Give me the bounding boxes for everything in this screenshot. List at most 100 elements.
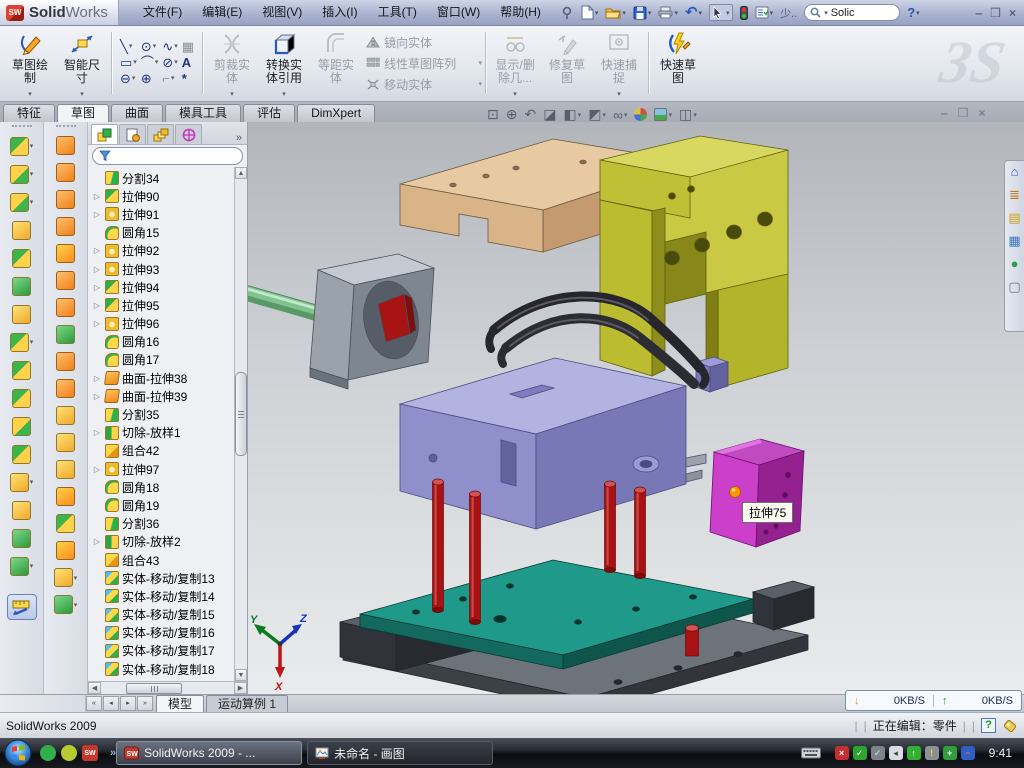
print-icon[interactable]: ▾ xyxy=(658,6,678,19)
repair-sketch-button[interactable]: 修复草图 xyxy=(541,28,593,98)
deform-icon[interactable]: ▾ xyxy=(56,267,75,294)
open-icon[interactable]: ▾ xyxy=(605,6,626,19)
tree-item[interactable]: 组合42 xyxy=(92,442,247,460)
expand-arrow-icon[interactable] xyxy=(92,283,102,292)
expand-arrow-icon[interactable] xyxy=(92,319,102,328)
tree-item[interactable]: 拉伸96 xyxy=(92,315,247,333)
polygon-tool[interactable]: ⊕ xyxy=(141,72,159,86)
sketch-fillet-tool[interactable]: ⌐▾ xyxy=(162,72,177,86)
select-tool[interactable]: ▾ xyxy=(709,4,733,21)
tree-item[interactable]: 拉伸92 xyxy=(92,242,247,260)
prev-tab-button[interactable]: ◂ xyxy=(103,696,119,711)
mirror-entities-button[interactable]: 镜向实体 xyxy=(366,34,482,51)
expand-arrow-icon[interactable] xyxy=(92,210,102,219)
featuremanager-tab[interactable] xyxy=(91,124,118,144)
dome-icon[interactable]: ▾ xyxy=(56,186,75,213)
fillet-icon[interactable]: ▾ xyxy=(10,188,34,216)
search-input[interactable]: ▾ Solic xyxy=(804,4,900,21)
more-tabs-chevron-icon[interactable]: » xyxy=(236,132,245,144)
toolbar-grip[interactable] xyxy=(12,125,32,129)
health-shield-icon[interactable]: + xyxy=(943,746,957,760)
tree-item[interactable]: 圆角18 xyxy=(92,478,247,496)
file-explorer-icon[interactable]: ▤ xyxy=(1008,211,1020,225)
upload-arrow-icon[interactable]: ↑ xyxy=(907,746,921,760)
menu-item[interactable]: 工具(T) xyxy=(368,0,427,25)
menu-item[interactable]: 视图(V) xyxy=(252,0,312,25)
convert-entities-button[interactable]: 转换实体引用 ▾ xyxy=(258,28,310,98)
next-tab-button[interactable]: ▸ xyxy=(120,696,136,711)
quick-snaps-button[interactable]: 快速捕捉 ▾ xyxy=(593,28,645,98)
tree-item[interactable]: 分割34 xyxy=(92,169,247,187)
freeform-icon[interactable]: ▾ xyxy=(56,240,75,267)
view-palette-icon[interactable]: ▦ xyxy=(1008,234,1020,248)
menu-item[interactable]: 编辑(E) xyxy=(192,0,252,25)
keyboard-language-icon[interactable] xyxy=(801,747,821,759)
defender-shield-icon[interactable]: ✓ xyxy=(853,746,867,760)
tree-item[interactable]: 实体-移动/复制15 xyxy=(92,606,247,624)
command-tab[interactable]: 模具工具 xyxy=(165,104,241,122)
filter-input[interactable] xyxy=(92,147,243,165)
split-body-icon[interactable]: ▾ xyxy=(12,356,31,384)
dimxpertmanager-tab[interactable] xyxy=(175,124,202,144)
menu-item[interactable]: 文件(F) xyxy=(133,0,192,25)
display-delete-relations-button[interactable]: 显示/删除几... ▾ xyxy=(489,28,541,98)
tag-icon[interactable] xyxy=(1002,718,1018,734)
dropdown-icon[interactable]: ▾ xyxy=(479,59,483,67)
command-tab[interactable]: 特征 xyxy=(3,104,55,122)
move-entities-button[interactable]: 移动实体 ▾ xyxy=(366,76,482,93)
doc-close-button[interactable]: × xyxy=(978,106,985,120)
taskbar-task-solidworks[interactable]: SW SolidWorks 2009 - ... xyxy=(116,741,302,765)
circle-tool[interactable]: ⊙▾ xyxy=(141,40,159,54)
text-tool[interactable]: A xyxy=(182,56,194,70)
tree-item[interactable]: 实体-移动/复制18 xyxy=(92,660,247,678)
linear-sketch-pattern-button[interactable]: 线性草图阵列 ▾ xyxy=(366,55,482,72)
help-button[interactable]: ?▾ xyxy=(907,5,919,20)
restore-button[interactable]: ❒ xyxy=(986,6,1005,20)
tree-vertical-scrollbar[interactable]: ▲ ▼ xyxy=(234,167,247,681)
minimize-button[interactable]: ‒ xyxy=(972,6,987,20)
tree-item[interactable]: 实体-移动/复制13 xyxy=(92,569,247,587)
expand-arrow-icon[interactable] xyxy=(92,374,102,383)
move-face-icon[interactable]: ▾ xyxy=(56,483,75,510)
taskbar-clock[interactable]: 9:41 xyxy=(989,746,1012,760)
tree-item[interactable]: 实体-移动/复制17 xyxy=(92,642,247,660)
expand-arrow-icon[interactable] xyxy=(92,465,102,474)
tree-item[interactable]: 实体-移动/复制14 xyxy=(92,587,247,605)
expand-arrow-icon[interactable] xyxy=(92,428,102,437)
solidworks-quick-icon[interactable]: SW xyxy=(82,745,98,761)
first-tab-button[interactable]: « xyxy=(86,696,102,711)
scrollbar-thumb[interactable] xyxy=(235,372,247,456)
tree-item[interactable]: 拉伸93 xyxy=(92,260,247,278)
document-tab[interactable]: 模型 xyxy=(156,695,204,712)
slot-tool[interactable]: ⊖▾ xyxy=(120,72,137,86)
dropdown-icon[interactable]: ▾ xyxy=(28,90,32,98)
last-tab-button[interactable]: » xyxy=(137,696,153,711)
tree-horizontal-scrollbar[interactable]: ◀ ▶ xyxy=(88,681,247,694)
tree-item[interactable]: 圆角19 xyxy=(92,496,247,514)
expand-arrow-icon[interactable] xyxy=(92,265,102,274)
expand-arrow-icon[interactable] xyxy=(92,537,102,546)
command-tab[interactable]: DimXpert xyxy=(297,104,375,122)
rapid-sketch-button[interactable]: 快速草图 xyxy=(652,28,704,98)
reference-point-icon[interactable]: ▾ xyxy=(10,468,34,496)
update-gear-icon[interactable]: ✓ xyxy=(871,746,885,760)
options-icon[interactable]: ▾ xyxy=(755,6,774,19)
toolbar-grip[interactable] xyxy=(56,125,76,129)
trim-entities-button[interactable]: 剪裁实体 ▾ xyxy=(206,28,258,98)
command-tab[interactable]: 曲面 xyxy=(111,104,163,122)
tree-item[interactable]: 曲面-拉伸38 xyxy=(92,369,247,387)
expand-arrow-icon[interactable] xyxy=(92,246,102,255)
menu-item[interactable]: 插入(I) xyxy=(312,0,367,25)
arc-tool[interactable]: ⌒▾ xyxy=(141,56,159,70)
tree-item[interactable]: 分割36 xyxy=(92,515,247,533)
tree-item[interactable]: 分割35 xyxy=(92,405,247,423)
reference-plane-icon[interactable]: ▾ xyxy=(12,496,31,524)
ellipse-tool[interactable]: ⊘▾ xyxy=(162,56,177,70)
zoom-to-area-icon[interactable]: ⊕ ▾ xyxy=(506,106,518,123)
new-document-icon[interactable]: ▾ xyxy=(581,5,599,20)
dropdown-icon[interactable]: ▾ xyxy=(80,90,84,98)
previous-view-icon[interactable]: ↶ ▾ xyxy=(524,106,536,123)
reference-axis-icon[interactable]: ▾ xyxy=(12,524,31,552)
point-tool[interactable]: * xyxy=(182,72,194,86)
scrollbar-thumb[interactable] xyxy=(126,683,182,694)
